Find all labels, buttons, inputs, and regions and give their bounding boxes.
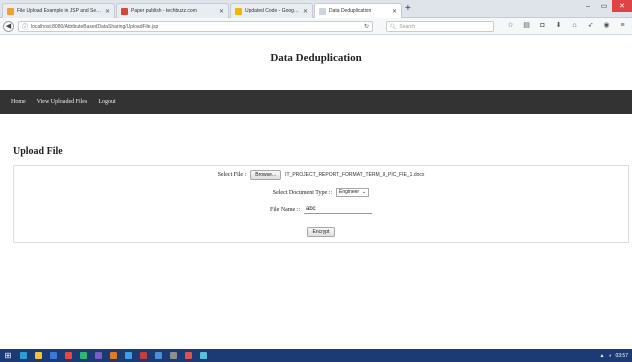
submit-row: Encrypt (14, 227, 628, 237)
taskbar-app-icon[interactable] (106, 349, 121, 362)
file-name-label: File Name :: (270, 206, 300, 213)
address-bar[interactable]: ⓘ localhost:8080/AttributeBasedDataShari… (18, 21, 373, 32)
new-tab-button[interactable]: + (405, 3, 411, 15)
bookmark-star-icon[interactable]: ☆ (506, 21, 515, 31)
browse-button[interactable]: Browse... (250, 170, 282, 180)
taskbar-app-icon[interactable] (91, 349, 106, 362)
taskbar-app-icon[interactable] (46, 349, 61, 362)
browser-toolbar: ◀ ⓘ localhost:8080/AttributeBasedDataSha… (0, 18, 632, 35)
taskbar-app-icon[interactable] (121, 349, 136, 362)
tab-close-icon[interactable]: ✕ (105, 8, 110, 15)
windows-start-icon[interactable]: ⊞ (0, 349, 16, 362)
window-controls: – ▭ ✕ (580, 0, 632, 12)
encrypt-button[interactable]: Encrypt (306, 227, 336, 237)
nav-home-link[interactable]: Home (11, 99, 26, 105)
page-favicon-icon (319, 7, 326, 15)
reload-icon[interactable]: ↻ (364, 23, 369, 30)
search-placeholder: Search (399, 23, 416, 30)
taskbar-app-icon[interactable] (61, 349, 76, 362)
tab-label: File Upload Example in JSP and Servlet (17, 8, 102, 14)
browser-tab-1[interactable]: File Upload Example in JSP and Servlet ✕ (2, 3, 115, 18)
tab-close-icon[interactable]: ✕ (392, 8, 397, 15)
doc-type-selected: Engineer (339, 189, 360, 195)
menu-icon[interactable]: ≡ (618, 21, 627, 31)
upload-form: Select File : Browse... IT_PROJECT_REPOR… (13, 165, 629, 243)
tab-label: Paper publish - techbuzz.com (131, 8, 197, 14)
tab-favicon-icon (7, 7, 14, 15)
windows-taskbar: ⊞ ▲ ◖ 03:57 (0, 349, 632, 362)
toolbar-icons: ☆ ▤ ◘ ⬇ ⌂ ➶ ◉ ≡ (506, 21, 627, 31)
maximize-button[interactable]: ▭ (596, 0, 612, 12)
doc-type-row: Select Document Type :: Engineer ⌄ (14, 188, 628, 197)
chevron-down-icon: ⌄ (362, 189, 367, 195)
pocket-icon[interactable]: ◘ (538, 21, 547, 31)
back-button[interactable]: ◀ (3, 21, 14, 32)
nav-logout-link[interactable]: Logout (98, 99, 115, 105)
taskbar-app-icon[interactable] (76, 349, 91, 362)
section-title: Upload File (13, 146, 63, 157)
url-text: localhost:8080/AttributeBasedDataSharing… (31, 23, 159, 30)
home-icon[interactable]: ⌂ (570, 21, 579, 31)
reading-list-icon[interactable]: ▤ (522, 21, 531, 31)
doc-type-select[interactable]: Engineer ⌄ (336, 188, 370, 197)
search-icon: 🔍︎ (390, 23, 397, 30)
taskbar-app-icon[interactable] (151, 349, 166, 362)
browser-tab-3[interactable]: Updated Code - Google Drive ✕ (230, 3, 313, 18)
search-box[interactable]: 🔍︎ Search (386, 21, 494, 32)
file-name-input[interactable] (304, 205, 372, 214)
taskbar-apps (16, 349, 211, 362)
send-icon[interactable]: ➶ (586, 21, 595, 31)
taskbar-app-icon[interactable] (31, 349, 46, 362)
drive-favicon-icon (235, 7, 242, 15)
file-name-row: File Name :: (14, 205, 628, 214)
taskbar-app-icon[interactable] (181, 349, 196, 362)
select-file-row: Select File : Browse... IT_PROJECT_REPOR… (14, 170, 628, 180)
tab-close-icon[interactable]: ✕ (219, 8, 224, 15)
tab-label: Updated Code - Google Drive (245, 8, 300, 14)
taskbar-app-icon[interactable] (196, 349, 211, 362)
volume-icon[interactable]: ◖ (608, 353, 611, 359)
page-title: Data Deduplication (270, 52, 362, 64)
minimize-button[interactable]: – (580, 0, 596, 12)
browser-tab-2[interactable]: Paper publish - techbuzz.com ✕ (116, 3, 229, 18)
taskbar-app-icon[interactable] (16, 349, 31, 362)
nav-view-uploaded-files-link[interactable]: View Uploaded Files (37, 99, 88, 105)
browser-tab-active[interactable]: Data Deduplication ✕ (314, 3, 402, 18)
network-icon[interactable]: ▲ (600, 353, 605, 359)
app-nav-bar: Home View Uploaded Files Logout (0, 90, 632, 114)
clock[interactable]: 03:57 (615, 353, 628, 359)
tab-label: Data Deduplication (329, 8, 372, 14)
download-icon[interactable]: ⬇ (554, 21, 563, 31)
taskbar-app-icon[interactable] (166, 349, 181, 362)
doc-type-label: Select Document Type :: (272, 189, 333, 196)
browser-tab-bar: File Upload Example in JSP and Servlet ✕… (0, 0, 632, 18)
selected-file-name: IT_PROJECT_REPORT_FORMAT_TERM_II_PIC_FIE… (285, 172, 425, 178)
close-window-button[interactable]: ✕ (612, 0, 632, 12)
select-file-label: Select File : (217, 172, 247, 178)
extension-icon[interactable]: ◉ (602, 21, 611, 31)
system-tray: ▲ ◖ 03:57 (600, 349, 629, 362)
tab-close-icon[interactable]: ✕ (303, 8, 308, 15)
gmail-favicon-icon (121, 7, 128, 15)
info-icon[interactable]: ⓘ (22, 22, 28, 31)
taskbar-app-icon[interactable] (136, 349, 151, 362)
